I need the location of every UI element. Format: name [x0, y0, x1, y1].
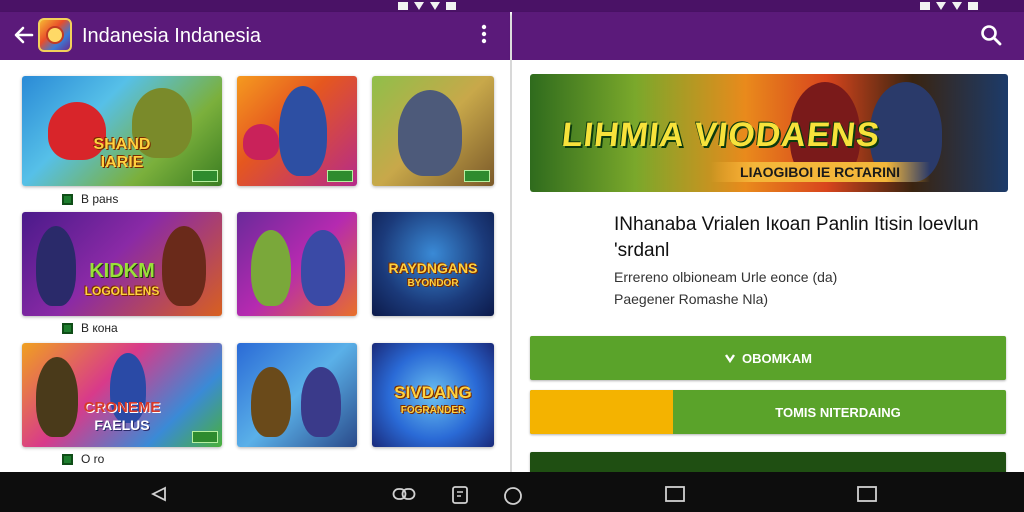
wifi-icon — [414, 2, 424, 10]
detail-title: INhanaba Vrialen Ікоап Panlin Itisin loe… — [614, 214, 979, 261]
secondary-button[interactable] — [530, 452, 1006, 472]
status-icons-left — [398, 0, 456, 12]
row-label: O ro — [62, 452, 104, 466]
back-nav-icon[interactable] — [150, 486, 168, 507]
game-tile[interactable] — [237, 76, 357, 186]
app-icon — [62, 193, 73, 205]
status-icons-right — [920, 0, 978, 12]
battery-icon — [968, 2, 978, 10]
row-label: B кона — [62, 321, 118, 335]
row-label-text: B кона — [81, 321, 118, 335]
home-icon[interactable] — [503, 486, 523, 511]
recents-icon[interactable] — [665, 486, 685, 507]
app-title: Indanesia Indanesia — [82, 25, 262, 47]
row-label-text: B ранs — [81, 192, 119, 206]
progress-button[interactable]: TOMIS NITERDAING — [530, 390, 1006, 434]
tile-badge — [464, 170, 490, 182]
app-shortcut-icon[interactable] — [452, 486, 468, 509]
recents-icon[interactable] — [857, 486, 877, 507]
game-grid: SHAND IARIE B ранs KIDKM LOGOLLENS RAYDN… — [0, 60, 510, 472]
progress-button-label: TOMIS NITERDAING — [775, 404, 901, 420]
tile-art — [251, 230, 291, 306]
download-button[interactable]: OBOMKAM — [530, 336, 1006, 380]
tile-art — [279, 86, 327, 176]
tile-title: CRONEME — [83, 399, 161, 416]
more-vert-icon[interactable] — [478, 24, 490, 48]
notification-icon — [398, 2, 408, 10]
row-label: B ранs — [62, 192, 118, 206]
game-tile[interactable]: CRONEME FAELUS — [22, 343, 222, 447]
notification-icon — [920, 2, 930, 10]
status-bar — [0, 0, 1024, 12]
download-icon — [724, 354, 735, 364]
tile-title: SIVDANG — [394, 383, 472, 402]
tile-art — [243, 124, 279, 160]
signal-icon — [430, 2, 440, 10]
app-logo — [38, 18, 72, 52]
app-icon — [62, 453, 73, 465]
row-label-text: O ro — [81, 452, 105, 466]
progress-fill — [530, 390, 673, 434]
game-tile[interactable] — [237, 212, 357, 316]
banner-subtitle-text: LIAOGIBOI IE RCTARINI — [710, 162, 930, 182]
signal-icon — [952, 2, 962, 10]
search-icon[interactable] — [980, 24, 1002, 46]
download-button-label: OBOMKAM — [741, 350, 813, 366]
tile-title: FOGRANDER — [400, 405, 466, 416]
tile-title: BYONDOR — [407, 278, 459, 289]
link-icon[interactable] — [392, 486, 416, 507]
app-bar-left: Indanesia Indanesia — [0, 12, 510, 60]
game-tile[interactable]: KIDKM LOGOLLENS — [22, 212, 222, 316]
tile-title: SHAND — [93, 136, 151, 153]
tile-badge — [192, 170, 218, 182]
banner-title: LIHMIA VIODAENS — [560, 116, 882, 154]
game-tile[interactable]: SHAND IARIE — [22, 76, 222, 186]
tile-badge — [327, 170, 353, 182]
tile-art — [251, 367, 291, 437]
feature-banner[interactable]: LIHMIA VIODAENS LIAOGIBOI IE RCTARINI — [530, 74, 1008, 192]
battery-icon — [446, 2, 456, 10]
game-detail: LIHMIA VIODAENS LIAOGIBOI IE RCTARINI IN… — [512, 60, 1024, 472]
tile-badge — [192, 431, 218, 443]
banner-subtitle: LIAOGIBOI IE RCTARINI — [530, 162, 1008, 186]
game-tile[interactable] — [372, 76, 494, 186]
back-arrow-icon[interactable] — [12, 24, 36, 48]
meta-line: Paegener Romashe Nla) — [614, 291, 769, 307]
detail-meta: Errereno olbioneam Urle eonce (da) Paege… — [614, 266, 1014, 310]
tile-art — [301, 230, 345, 306]
app-bar-right — [512, 12, 1024, 60]
tile-art — [301, 367, 341, 437]
tile-title: LOGOLLENS — [84, 284, 160, 298]
navigation-bar — [0, 472, 1024, 512]
app-icon — [62, 322, 73, 334]
meta-line: Errereno olbioneam Urle eonce (da) — [614, 269, 838, 285]
tile-art — [398, 90, 462, 176]
game-tile[interactable]: RAYDNGANS BYONDOR — [372, 212, 494, 316]
tile-title: KIDKM — [89, 260, 155, 282]
screen: Indanesia Indanesia SHAND IARIE B ранs K… — [0, 0, 1024, 512]
game-tile[interactable]: SIVDANG FOGRANDER — [372, 343, 494, 447]
wifi-icon — [936, 2, 946, 10]
game-tile[interactable] — [237, 343, 357, 447]
tile-title: RAYDNGANS — [388, 260, 478, 276]
